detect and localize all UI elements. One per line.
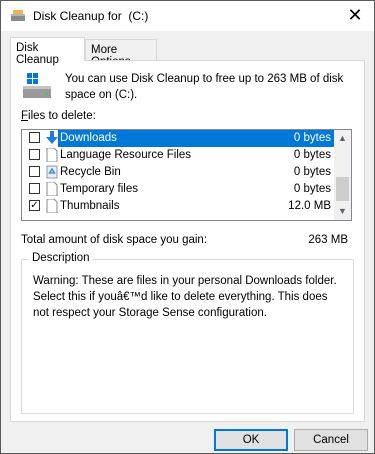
item-size: 12.0 MB xyxy=(288,200,331,212)
scroll-thumb[interactable] xyxy=(336,177,349,201)
tab-more-options[interactable]: More Options xyxy=(85,39,157,68)
item-name: Recycle Bin xyxy=(60,166,121,178)
item-name: Downloads xyxy=(60,132,117,144)
list-item-recycle-bin[interactable]: Recycle Bin 0 bytes xyxy=(22,164,335,181)
document-icon xyxy=(46,199,58,213)
document-icon xyxy=(46,148,58,162)
title-bar: Disk Cleanup for (C:) ✕ xyxy=(1,1,374,31)
list-item-thumbnails[interactable]: ✓ Thumbnails 12.0 MB xyxy=(22,198,335,215)
item-size: 0 bytes xyxy=(293,149,331,161)
window-title: Disk Cleanup for (C:) xyxy=(33,9,149,23)
intro-text: You can use Disk Cleanup to free up to 2… xyxy=(65,73,344,101)
files-label-accelerator: F xyxy=(21,110,29,122)
files-to-delete-label: Files to delete: xyxy=(21,110,96,122)
scroll-down-arrow-icon[interactable]: ▼ xyxy=(334,203,351,220)
close-button[interactable]: ✕ xyxy=(346,6,364,24)
files-label-rest: iles to delete: xyxy=(28,110,96,122)
disk-cleanup-window: Disk Cleanup for (C:) ✕ Disk Cleanup Mor… xyxy=(0,0,375,454)
download-arrow-icon xyxy=(46,131,58,144)
files-to-delete-list[interactable]: Downloads 0 bytes Language Resource File… xyxy=(21,129,352,221)
disk-cleanup-icon xyxy=(11,10,25,21)
item-size: 0 bytes xyxy=(293,166,331,178)
list-scrollbar[interactable]: ▲ ▼ xyxy=(334,130,351,220)
checkbox-downloads[interactable] xyxy=(29,132,40,143)
total-space-value: 263 MB xyxy=(308,234,348,246)
drive-icon xyxy=(23,73,51,98)
list-item-temporary-files[interactable]: Temporary files 0 bytes xyxy=(22,181,335,198)
checkbox-language-resource-files[interactable] xyxy=(29,149,40,160)
tab-disk-cleanup[interactable]: Disk Cleanup xyxy=(10,37,85,66)
checkbox-recycle-bin[interactable] xyxy=(29,166,40,177)
item-size: 0 bytes xyxy=(293,183,331,195)
ok-button[interactable]: OK xyxy=(214,429,288,451)
list-item-downloads[interactable]: Downloads 0 bytes xyxy=(22,130,335,147)
item-name: Language Resource Files xyxy=(60,149,192,161)
description-title: Description xyxy=(29,252,93,264)
total-space-label: Total amount of disk space you gain: xyxy=(21,234,208,246)
checkbox-temporary-files[interactable] xyxy=(29,183,40,194)
list-item-language-resource-files[interactable]: Language Resource Files 0 bytes xyxy=(22,147,335,164)
item-name: Temporary files xyxy=(60,183,138,195)
description-group: Description Warning: These are files in … xyxy=(21,252,354,414)
disk-cleanup-panel: You can use Disk Cleanup to free up to 2… xyxy=(10,60,365,422)
document-icon xyxy=(46,182,58,196)
description-text: Warning: These are files in your persona… xyxy=(33,275,337,319)
checkbox-thumbnails[interactable]: ✓ xyxy=(29,200,40,211)
scroll-up-arrow-icon[interactable]: ▲ xyxy=(334,130,351,147)
close-icon: ✕ xyxy=(347,5,363,25)
dialog-body: Disk Cleanup More Options You can use Di… xyxy=(1,31,374,453)
recycle-bin-icon xyxy=(46,165,58,179)
item-size: 0 bytes xyxy=(293,132,331,144)
item-name: Thumbnails xyxy=(60,200,120,212)
cancel-button[interactable]: Cancel xyxy=(294,429,368,451)
